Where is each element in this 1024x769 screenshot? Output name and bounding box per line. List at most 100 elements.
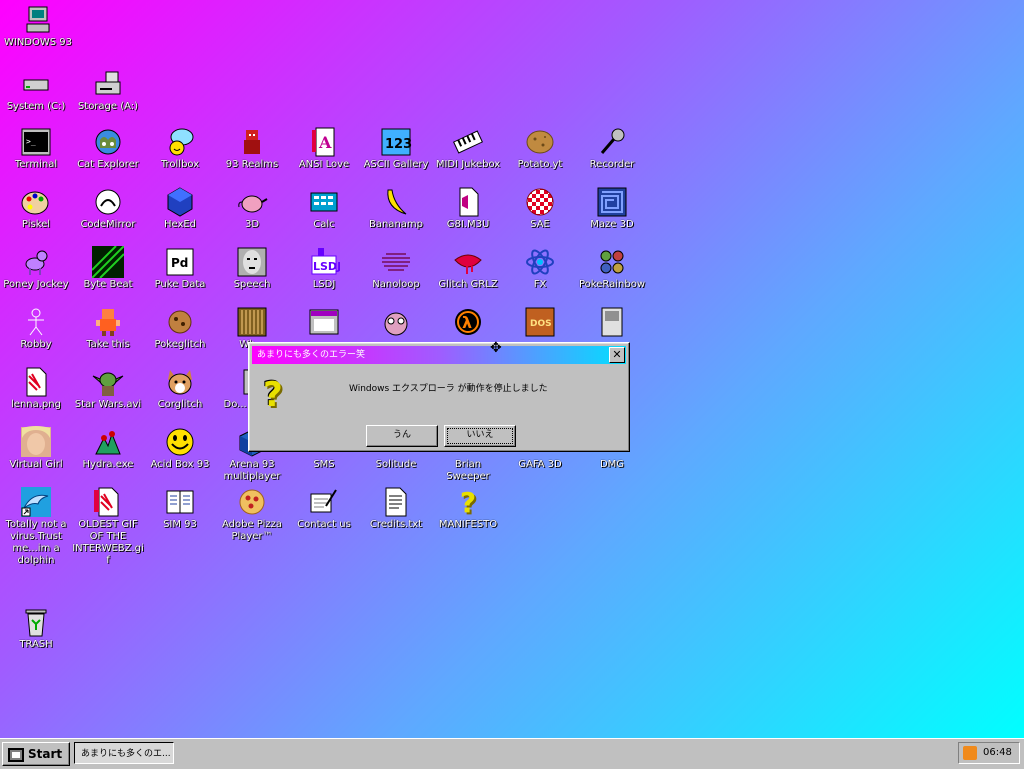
piano-icon	[452, 126, 484, 158]
desktop-icon-calc[interactable]: Calc	[288, 186, 360, 231]
desktop-icon-corglitch[interactable]: Corglitch	[144, 366, 216, 411]
svg-text:LSDJ: LSDJ	[313, 260, 340, 273]
desktop-icon-pokeglitch[interactable]: Pokeglitch	[144, 306, 216, 351]
desktop-icon-oldest-gif[interactable]: OLDEST GIF OF THE INTERWEBZ.gif	[72, 486, 144, 567]
yes-button[interactable]: うん	[366, 425, 438, 447]
desktop-icon-hexed[interactable]: HexEd	[144, 186, 216, 231]
desktop-icon-maze-3d[interactable]: Maze 3D	[576, 186, 648, 231]
desktop-icon-dolphin[interactable]: Totally not a virus.Trust me...im a dolp…	[0, 486, 72, 567]
desktop-icon-g8i-m3u[interactable]: G8I.M3U	[432, 186, 504, 231]
svg-text:A: A	[318, 133, 332, 152]
desktop-icon-93-realms[interactable]: 93 Realms	[216, 126, 288, 171]
dialog-titlebar[interactable]: あまりにも多くのエラー笑 ✕	[252, 346, 626, 364]
error-dialog[interactable]: あまりにも多くのエラー笑 ✕ ? Windows エクスプローラ が動作を停止し…	[248, 342, 630, 452]
icon-label: Pokeglitch	[154, 339, 206, 350]
desktop-icon-lenna[interactable]: lenna.png	[0, 366, 72, 411]
icon-label: Take this	[86, 339, 130, 350]
desktop-icon-star-wars[interactable]: Star Wars.avi	[72, 366, 144, 411]
icon-label: Poney Jockey	[3, 279, 69, 290]
image-file-icon	[20, 366, 52, 398]
yoda-icon	[92, 366, 124, 398]
taskbar: Start あまりにも多くのエ... 06:48	[0, 738, 1024, 769]
contact-icon	[308, 486, 340, 518]
icon-label: SIM 93	[163, 519, 197, 530]
desktop-icon-ansi-love[interactable]: A ANSI Love	[288, 126, 360, 171]
girl-icon	[20, 426, 52, 458]
no-button-label: いいえ	[466, 430, 494, 440]
start-button[interactable]: Start	[2, 742, 70, 766]
cat-explorer-icon	[92, 126, 124, 158]
icon-label: Byte Beat	[83, 279, 133, 290]
desktop-icon-credits[interactable]: Credits.txt	[360, 486, 432, 531]
desktop-icon-storage-a[interactable]: Storage (A:)	[72, 68, 144, 113]
icon-label: OLDEST GIF OF THE INTERWEBZ.gif	[72, 519, 144, 566]
desktop-icon-sim-93[interactable]: SIM 93	[144, 486, 216, 531]
question-icon: ?	[459, 485, 477, 519]
desktop-icon-adobe-pizza[interactable]: Adobe Pizza Player™	[216, 486, 288, 543]
desktop-icon-system-c[interactable]: System (C:)	[0, 68, 72, 113]
desktop-icon-glitch-grlz[interactable]: Glitch GRLZ	[432, 246, 504, 291]
desktop-icon-puke-data[interactable]: Pd Puke Data	[144, 246, 216, 291]
desktop-icon-robby[interactable]: Robby	[0, 306, 72, 351]
desktop-icon-fx[interactable]: FX	[504, 246, 576, 291]
yes-button-label: うん	[392, 430, 411, 440]
desktop-icon-potato[interactable]: Potato.yt	[504, 126, 576, 171]
rss-icon[interactable]	[963, 746, 977, 760]
icon-label: MIDI Jukebox	[435, 159, 501, 170]
icon-label: LSDJ	[312, 279, 336, 290]
icon-label: MANIFESTO	[438, 519, 498, 530]
desktop-icon-lsdj[interactable]: LSDJ LSDJ	[288, 246, 360, 291]
desktop-icon-piskel[interactable]: Piskel	[0, 186, 72, 231]
desktop-icon-take-this[interactable]: Take this	[72, 306, 144, 351]
desktop-icon-nes[interactable]	[576, 306, 648, 338]
sim-icon	[164, 486, 196, 518]
desktop-icon-half-life[interactable]: λ	[432, 306, 504, 338]
desktop-icon-windows93[interactable]: WINDOWS 93	[2, 4, 74, 49]
desktop-icon-cat-explorer[interactable]: Cat Explorer	[72, 126, 144, 171]
pony-icon	[20, 246, 52, 278]
desktop-icon-trash[interactable]: TRASH	[0, 606, 72, 651]
icon-label: Speech	[233, 279, 271, 290]
icon-label: Bananamp	[368, 219, 423, 230]
desktop-icon-poney-jockey[interactable]: Poney Jockey	[0, 246, 72, 291]
desktop-icon-nanoloop[interactable]: Nanoloop	[360, 246, 432, 291]
desktop-icon-ascii-gallery[interactable]: 123 ASCII Gallery	[360, 126, 432, 171]
taskbar-item-dialog[interactable]: あまりにも多くのエ...	[74, 742, 174, 764]
desktop-icon-window[interactable]	[288, 306, 360, 338]
desktop-icon-pokerainbow[interactable]: PokeRainbow	[576, 246, 648, 291]
icon-label: GAFA 3D	[518, 459, 562, 470]
text-file-icon	[380, 486, 412, 518]
icon-label: Credits.txt	[369, 519, 423, 530]
icon-label: Glitch GRLZ	[438, 279, 498, 290]
close-button[interactable]: ✕	[609, 347, 625, 363]
desktop-icon-acid-box[interactable]: Acid Box 93	[144, 426, 216, 471]
desktop-icon-byte-beat[interactable]: Byte Beat	[72, 246, 144, 291]
icon-label: Contact us	[297, 519, 351, 530]
desktop-icon-sae[interactable]: SAE	[504, 186, 576, 231]
desktop-icon-speech[interactable]: Speech	[216, 246, 288, 291]
desktop-icon-virtual-girl[interactable]: Virtual Girl	[0, 426, 72, 471]
move-cursor-icon: ✥	[490, 340, 502, 356]
nes-icon	[596, 306, 628, 338]
desktop-icon-terminal[interactable]: >_ Terminal	[0, 126, 72, 171]
desktop-icon-owl[interactable]	[360, 306, 432, 338]
icon-label: Puke Data	[154, 279, 206, 290]
icon-label: Cat Explorer	[77, 159, 139, 170]
desktop-icon-trollbox[interactable]: Trollbox	[144, 126, 216, 171]
no-button[interactable]: いいえ	[444, 425, 516, 447]
desktop-icon-codemirror[interactable]: CodeMirror	[72, 186, 144, 231]
desktop-icon-recorder[interactable]: Recorder	[576, 126, 648, 171]
icon-label: TRASH	[19, 639, 53, 650]
svg-text:Pd: Pd	[171, 256, 188, 270]
desktop-icon-contact-us[interactable]: Contact us	[288, 486, 360, 531]
desktop-icon-bananamp[interactable]: Bananamp	[360, 186, 432, 231]
desktop-icon-midi-jukebox[interactable]: MIDI Jukebox	[432, 126, 504, 171]
desktop-icon-3d[interactable]: 3D	[216, 186, 288, 231]
system-tray: 06:48	[958, 742, 1020, 764]
icon-label: Star Wars.avi	[74, 399, 142, 410]
desktop-icon-hydra[interactable]: Hydra.exe	[72, 426, 144, 471]
desktop-icon-dos-box[interactable]: DOS	[504, 306, 576, 338]
desktop-icon-manifesto[interactable]: ? MANIFESTO	[432, 486, 504, 531]
pokemon-icon	[596, 246, 628, 278]
icon-label: Corglitch	[157, 399, 203, 410]
